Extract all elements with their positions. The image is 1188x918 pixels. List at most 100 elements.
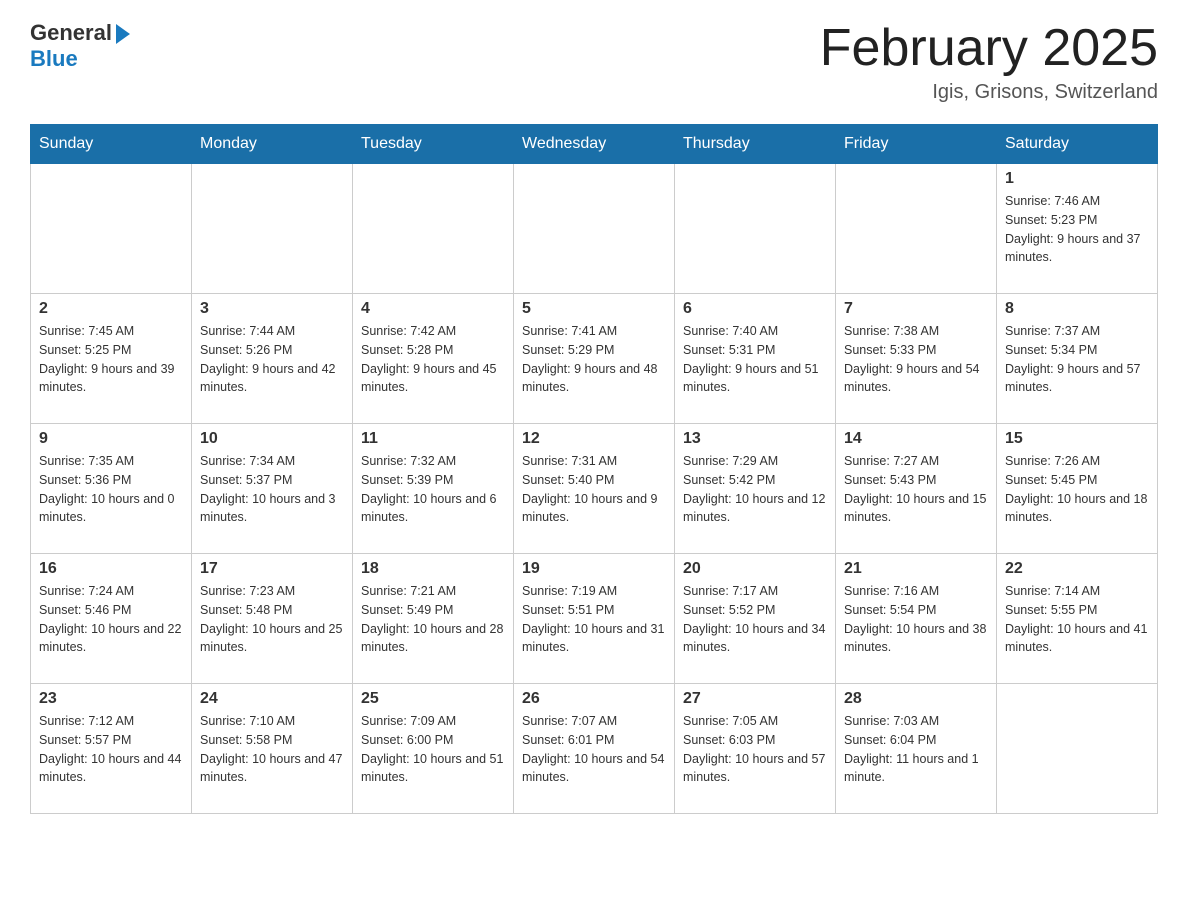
calendar-cell: 5 Sunrise: 7:41 AM Sunset: 5:29 PM Daylig… bbox=[514, 294, 675, 424]
day-info: Sunrise: 7:10 AM Sunset: 5:58 PM Dayligh… bbox=[200, 712, 344, 787]
day-number: 25 bbox=[361, 690, 505, 708]
calendar-cell: 9 Sunrise: 7:35 AM Sunset: 5:36 PM Daylig… bbox=[31, 424, 192, 554]
calendar-cell: 1Sunrise: 7:46 AM Sunset: 5:23 PM Daylig… bbox=[997, 164, 1158, 294]
day-info: Sunrise: 7:42 AM Sunset: 5:28 PM Dayligh… bbox=[361, 322, 505, 397]
day-info: Sunrise: 7:27 AM Sunset: 5:43 PM Dayligh… bbox=[844, 452, 988, 527]
calendar-cell: 26 Sunrise: 7:07 AM Sunset: 6:01 PM Dayli… bbox=[514, 684, 675, 814]
calendar-cell: 23Sunrise: 7:12 AM Sunset: 5:57 PM Dayli… bbox=[31, 684, 192, 814]
location: Igis, Grisons, Switzerland bbox=[820, 81, 1158, 104]
calendar-cell: 24 Sunrise: 7:10 AM Sunset: 5:58 PM Dayli… bbox=[192, 684, 353, 814]
day-number: 28 bbox=[844, 690, 988, 708]
day-number: 18 bbox=[361, 560, 505, 578]
day-info: Sunrise: 7:03 AM Sunset: 6:04 PM Dayligh… bbox=[844, 712, 988, 787]
day-info: Sunrise: 7:14 AM Sunset: 5:55 PM Dayligh… bbox=[1005, 582, 1149, 657]
day-number: 19 bbox=[522, 560, 666, 578]
calendar-cell bbox=[31, 164, 192, 294]
day-number: 20 bbox=[683, 560, 827, 578]
calendar-cell bbox=[353, 164, 514, 294]
calendar-cell: 10 Sunrise: 7:34 AM Sunset: 5:37 PM Dayli… bbox=[192, 424, 353, 554]
logo-arrow-icon bbox=[116, 24, 130, 44]
day-info: Sunrise: 7:17 AM Sunset: 5:52 PM Dayligh… bbox=[683, 582, 827, 657]
day-info: Sunrise: 7:32 AM Sunset: 5:39 PM Dayligh… bbox=[361, 452, 505, 527]
day-number: 13 bbox=[683, 430, 827, 448]
calendar-cell: 22Sunrise: 7:14 AM Sunset: 5:55 PM Dayli… bbox=[997, 554, 1158, 684]
calendar-cell: 13 Sunrise: 7:29 AM Sunset: 5:42 PM Dayli… bbox=[675, 424, 836, 554]
day-info: Sunrise: 7:44 AM Sunset: 5:26 PM Dayligh… bbox=[200, 322, 344, 397]
calendar-cell: 16 Sunrise: 7:24 AM Sunset: 5:46 PM Dayli… bbox=[31, 554, 192, 684]
weekday-header-row: SundayMondayTuesdayWednesdayThursdayFrid… bbox=[31, 125, 1158, 164]
weekday-header-saturday: Saturday bbox=[997, 125, 1158, 164]
day-info: Sunrise: 7:41 AM Sunset: 5:29 PM Dayligh… bbox=[522, 322, 666, 397]
day-number: 8 bbox=[1005, 300, 1149, 318]
day-number: 16 bbox=[39, 560, 183, 578]
calendar-cell: 20 Sunrise: 7:17 AM Sunset: 5:52 PM Dayli… bbox=[675, 554, 836, 684]
calendar-week-row: 9 Sunrise: 7:35 AM Sunset: 5:36 PM Daylig… bbox=[31, 424, 1158, 554]
day-info: Sunrise: 7:21 AM Sunset: 5:49 PM Dayligh… bbox=[361, 582, 505, 657]
calendar-cell bbox=[514, 164, 675, 294]
weekday-header-monday: Monday bbox=[192, 125, 353, 164]
weekday-header-friday: Friday bbox=[836, 125, 997, 164]
day-info: Sunrise: 7:34 AM Sunset: 5:37 PM Dayligh… bbox=[200, 452, 344, 527]
day-number: 26 bbox=[522, 690, 666, 708]
day-info: Sunrise: 7:16 AM Sunset: 5:54 PM Dayligh… bbox=[844, 582, 988, 657]
page-header: General Blue February 2025 Igis, Grisons… bbox=[30, 20, 1158, 104]
calendar-cell bbox=[192, 164, 353, 294]
calendar-table: SundayMondayTuesdayWednesdayThursdayFrid… bbox=[30, 124, 1158, 814]
calendar-cell: 14Sunrise: 7:27 AM Sunset: 5:43 PM Dayli… bbox=[836, 424, 997, 554]
calendar-cell: 12 Sunrise: 7:31 AM Sunset: 5:40 PM Dayli… bbox=[514, 424, 675, 554]
day-info: Sunrise: 7:09 AM Sunset: 6:00 PM Dayligh… bbox=[361, 712, 505, 787]
day-number: 23 bbox=[39, 690, 183, 708]
calendar-week-row: 1Sunrise: 7:46 AM Sunset: 5:23 PM Daylig… bbox=[31, 164, 1158, 294]
calendar-cell: 11 Sunrise: 7:32 AM Sunset: 5:39 PM Dayli… bbox=[353, 424, 514, 554]
day-info: Sunrise: 7:26 AM Sunset: 5:45 PM Dayligh… bbox=[1005, 452, 1149, 527]
calendar-cell: 28 Sunrise: 7:03 AM Sunset: 6:04 PM Dayli… bbox=[836, 684, 997, 814]
day-number: 4 bbox=[361, 300, 505, 318]
day-info: Sunrise: 7:24 AM Sunset: 5:46 PM Dayligh… bbox=[39, 582, 183, 657]
day-info: Sunrise: 7:37 AM Sunset: 5:34 PM Dayligh… bbox=[1005, 322, 1149, 397]
month-title: February 2025 bbox=[820, 20, 1158, 77]
day-number: 7 bbox=[844, 300, 988, 318]
day-info: Sunrise: 7:29 AM Sunset: 5:42 PM Dayligh… bbox=[683, 452, 827, 527]
day-number: 24 bbox=[200, 690, 344, 708]
day-info: Sunrise: 7:05 AM Sunset: 6:03 PM Dayligh… bbox=[683, 712, 827, 787]
day-number: 6 bbox=[683, 300, 827, 318]
day-number: 1 bbox=[1005, 170, 1149, 188]
day-info: Sunrise: 7:07 AM Sunset: 6:01 PM Dayligh… bbox=[522, 712, 666, 787]
calendar-cell: 8 Sunrise: 7:37 AM Sunset: 5:34 PM Daylig… bbox=[997, 294, 1158, 424]
day-number: 9 bbox=[39, 430, 183, 448]
calendar-cell: 19 Sunrise: 7:19 AM Sunset: 5:51 PM Dayli… bbox=[514, 554, 675, 684]
weekday-header-thursday: Thursday bbox=[675, 125, 836, 164]
logo-blue-text: Blue bbox=[30, 46, 78, 72]
weekday-header-wednesday: Wednesday bbox=[514, 125, 675, 164]
calendar-cell: 21 Sunrise: 7:16 AM Sunset: 5:54 PM Dayli… bbox=[836, 554, 997, 684]
day-number: 12 bbox=[522, 430, 666, 448]
weekday-header-sunday: Sunday bbox=[31, 125, 192, 164]
day-info: Sunrise: 7:40 AM Sunset: 5:31 PM Dayligh… bbox=[683, 322, 827, 397]
calendar-cell: 17Sunrise: 7:23 AM Sunset: 5:48 PM Dayli… bbox=[192, 554, 353, 684]
day-number: 21 bbox=[844, 560, 988, 578]
calendar-body: 1Sunrise: 7:46 AM Sunset: 5:23 PM Daylig… bbox=[31, 164, 1158, 814]
day-info: Sunrise: 7:19 AM Sunset: 5:51 PM Dayligh… bbox=[522, 582, 666, 657]
day-info: Sunrise: 7:35 AM Sunset: 5:36 PM Dayligh… bbox=[39, 452, 183, 527]
calendar-cell bbox=[836, 164, 997, 294]
calendar-week-row: 23Sunrise: 7:12 AM Sunset: 5:57 PM Dayli… bbox=[31, 684, 1158, 814]
day-number: 10 bbox=[200, 430, 344, 448]
title-block: February 2025 Igis, Grisons, Switzerland bbox=[820, 20, 1158, 104]
calendar-cell: 18 Sunrise: 7:21 AM Sunset: 5:49 PM Dayli… bbox=[353, 554, 514, 684]
day-number: 5 bbox=[522, 300, 666, 318]
calendar-cell: 2Sunrise: 7:45 AM Sunset: 5:25 PM Daylig… bbox=[31, 294, 192, 424]
calendar-cell: 6 Sunrise: 7:40 AM Sunset: 5:31 PM Daylig… bbox=[675, 294, 836, 424]
day-number: 27 bbox=[683, 690, 827, 708]
calendar-cell bbox=[675, 164, 836, 294]
calendar-cell: 7Sunrise: 7:38 AM Sunset: 5:33 PM Daylig… bbox=[836, 294, 997, 424]
logo: General Blue bbox=[30, 20, 130, 72]
logo-general-text: General bbox=[30, 20, 112, 46]
day-info: Sunrise: 7:31 AM Sunset: 5:40 PM Dayligh… bbox=[522, 452, 666, 527]
calendar-week-row: 16 Sunrise: 7:24 AM Sunset: 5:46 PM Dayli… bbox=[31, 554, 1158, 684]
calendar-cell: 3Sunrise: 7:44 AM Sunset: 5:26 PM Daylig… bbox=[192, 294, 353, 424]
day-number: 11 bbox=[361, 430, 505, 448]
weekday-header-tuesday: Tuesday bbox=[353, 125, 514, 164]
day-info: Sunrise: 7:45 AM Sunset: 5:25 PM Dayligh… bbox=[39, 322, 183, 397]
calendar-cell: 15Sunrise: 7:26 AM Sunset: 5:45 PM Dayli… bbox=[997, 424, 1158, 554]
calendar-cell: 4 Sunrise: 7:42 AM Sunset: 5:28 PM Daylig… bbox=[353, 294, 514, 424]
